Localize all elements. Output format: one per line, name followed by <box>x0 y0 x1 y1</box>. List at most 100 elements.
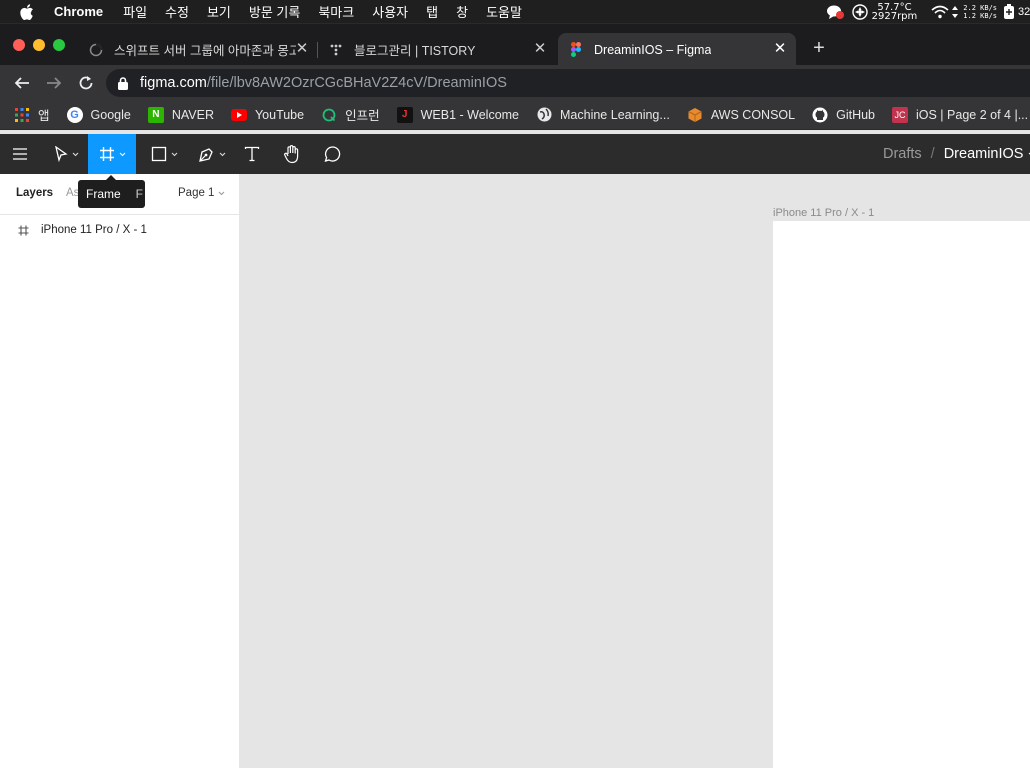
breadcrumb-folder[interactable]: Drafts <box>883 146 922 162</box>
fan-rpm: 2927rpm <box>871 10 918 22</box>
minimize-window-button[interactable] <box>33 39 45 51</box>
bookmarks-bar: 앱 G Google N NAVER YouTube 인프런 J WEB1 - … <box>0 100 1030 130</box>
bookmark-apps[interactable]: 앱 <box>14 105 50 124</box>
google-icon: G <box>66 106 83 123</box>
loading-icon <box>88 42 104 58</box>
tooltip-label: Frame <box>86 187 121 201</box>
frame-tool-tooltip: Frame F <box>78 175 145 208</box>
battery-icon[interactable] <box>1003 3 1015 20</box>
youtube-icon <box>230 107 247 123</box>
close-window-button[interactable] <box>13 39 25 51</box>
address-bar[interactable]: figma.com /file/lbv8AW2OzrCGcBHaV2Z4cV/D… <box>106 69 1030 97</box>
breadcrumb-separator: / <box>930 146 935 162</box>
menu-window[interactable]: 창 <box>456 2 468 21</box>
chat-notification-icon[interactable] <box>826 4 844 20</box>
network-down-speed: 1.2 KB/s <box>963 11 997 20</box>
tistory-icon <box>328 42 344 58</box>
bookmark-aws-console[interactable]: AWS CONSOL <box>687 107 795 123</box>
frame-tool-button[interactable] <box>88 134 136 174</box>
move-tool-button[interactable] <box>44 134 88 174</box>
menu-app-name[interactable]: Chrome <box>54 4 103 19</box>
bookmark-naver[interactable]: N NAVER <box>147 106 214 123</box>
back-button[interactable] <box>11 72 33 94</box>
tab-close-icon[interactable]: ✕ <box>532 41 548 57</box>
tab-close-icon[interactable]: ✕ <box>772 41 788 57</box>
browser-tab[interactable]: 블로그관리 | TISTORY ✕ <box>318 33 556 66</box>
bookmark-github[interactable]: GitHub <box>812 107 875 123</box>
chevron-down-icon[interactable] <box>219 152 226 157</box>
tab-close-icon[interactable]: ✕ <box>294 41 310 57</box>
tooltip-shortcut: F <box>135 187 144 201</box>
new-tab-button[interactable]: + <box>808 37 830 59</box>
bookmark-google[interactable]: G Google <box>66 106 131 123</box>
menu-tab[interactable]: 탭 <box>426 2 438 21</box>
lock-icon[interactable] <box>118 76 128 90</box>
fan-icon[interactable] <box>851 3 868 20</box>
hand-tool-button[interactable] <box>276 134 308 174</box>
tab-layers[interactable]: Layers <box>16 187 53 199</box>
url-host: figma.com <box>140 75 207 91</box>
web1-icon: J <box>396 106 413 123</box>
menu-history[interactable]: 방문 기록 <box>249 2 300 21</box>
sensor-readout[interactable]: 57.7°C 2927rpm <box>871 2 918 22</box>
network-up-speed: 2.2 KB/s <box>963 3 997 12</box>
browser-tab-active[interactable]: DreaminIOS – Figma ✕ <box>558 33 796 66</box>
browser-tab[interactable]: 스위프트 서버 그룹에 아마존과 몽고디비... ✕ <box>78 33 316 66</box>
menubar-status-area: 57.7°C 2927rpm 2.2 KB/s 1.2 KB/s 32 <box>826 0 1030 23</box>
menu-edit[interactable]: 수정 <box>165 2 189 21</box>
page-selector[interactable]: Page 1 <box>178 187 225 199</box>
chevron-down-icon[interactable] <box>72 152 79 157</box>
forward-button[interactable] <box>43 72 65 94</box>
bookmark-label: WEB1 - Welcome <box>420 107 520 122</box>
chrome-tab-strip: 스위프트 서버 그룹에 아마존과 몽고디비... ✕ 블로그관리 | TISTO… <box>0 23 1030 66</box>
breadcrumb: Drafts / DreaminIOS <box>883 134 1030 174</box>
battery-percent: 32 <box>1018 5 1030 18</box>
bookmark-youtube[interactable]: YouTube <box>230 107 304 123</box>
maximize-window-button[interactable] <box>53 39 65 51</box>
comment-tool-button[interactable] <box>316 134 348 174</box>
bookmark-web1[interactable]: J WEB1 - Welcome <box>396 106 520 123</box>
frame-icon <box>18 225 29 236</box>
tab-title: DreaminIOS – Figma <box>594 42 712 57</box>
layer-row[interactable]: iPhone 11 Pro / X - 1 <box>0 220 240 240</box>
figma-canvas[interactable]: iPhone 11 Pro / X - 1 <box>240 174 1030 768</box>
menu-bookmarks[interactable]: 북마크 <box>318 2 354 21</box>
naver-icon: N <box>147 106 164 123</box>
comment-bubble-icon <box>323 145 341 163</box>
bookmark-label: 앱 <box>38 109 50 123</box>
hand-icon <box>283 144 301 164</box>
text-tool-button[interactable] <box>236 134 268 174</box>
macos-menubar: Chrome 파일 수정 보기 방문 기록 북마크 사용자 탭 창 도움말 57… <box>0 0 1030 23</box>
shape-tool-button[interactable] <box>142 134 186 174</box>
reload-button[interactable] <box>75 72 97 94</box>
chevron-down-icon[interactable] <box>119 152 126 157</box>
bookmark-inflearn[interactable]: 인프런 <box>321 105 380 124</box>
network-arrows-icon <box>951 5 959 19</box>
bookmark-ios-page[interactable]: JC iOS | Page 2 of 4 |... <box>892 106 1028 123</box>
rectangle-icon <box>151 146 167 162</box>
figma-toolbar: Drafts / DreaminIOS <box>0 134 1030 174</box>
bookmark-label: Machine Learning... <box>560 107 670 122</box>
menu-view[interactable]: 보기 <box>207 2 231 21</box>
apple-menu-icon[interactable] <box>20 3 36 20</box>
menu-people[interactable]: 사용자 <box>372 2 408 21</box>
tab-title: 블로그관리 | TISTORY <box>354 44 476 58</box>
menu-file[interactable]: 파일 <box>123 2 147 21</box>
layer-name: iPhone 11 Pro / X - 1 <box>41 224 147 236</box>
frame-title-label[interactable]: iPhone 11 Pro / X - 1 <box>773 207 874 219</box>
url-path: /file/lbv8AW2OzrCGcBHaV2Z4cV/DreaminIOS <box>206 75 507 91</box>
network-speed-readout[interactable]: 2.2 KB/s 1.2 KB/s <box>963 4 997 20</box>
pen-tool-button[interactable] <box>190 134 234 174</box>
main-menu-button[interactable] <box>4 134 36 174</box>
iphone-frame[interactable] <box>773 221 1030 768</box>
chevron-down-icon[interactable] <box>171 152 178 157</box>
chevron-down-icon <box>218 191 225 196</box>
breadcrumb-file-name[interactable]: DreaminIOS <box>944 146 1024 162</box>
jc-icon: JC <box>892 106 908 123</box>
bookmark-machine-learning[interactable]: Machine Learning... <box>536 107 670 123</box>
chrome-toolbar: figma.com /file/lbv8AW2OzrCGcBHaV2Z4cV/D… <box>0 65 1030 100</box>
menu-help[interactable]: 도움말 <box>486 2 522 21</box>
frame-hash-icon <box>99 146 115 162</box>
bookmark-label: 인프런 <box>345 109 380 123</box>
wifi-icon[interactable] <box>931 5 949 19</box>
